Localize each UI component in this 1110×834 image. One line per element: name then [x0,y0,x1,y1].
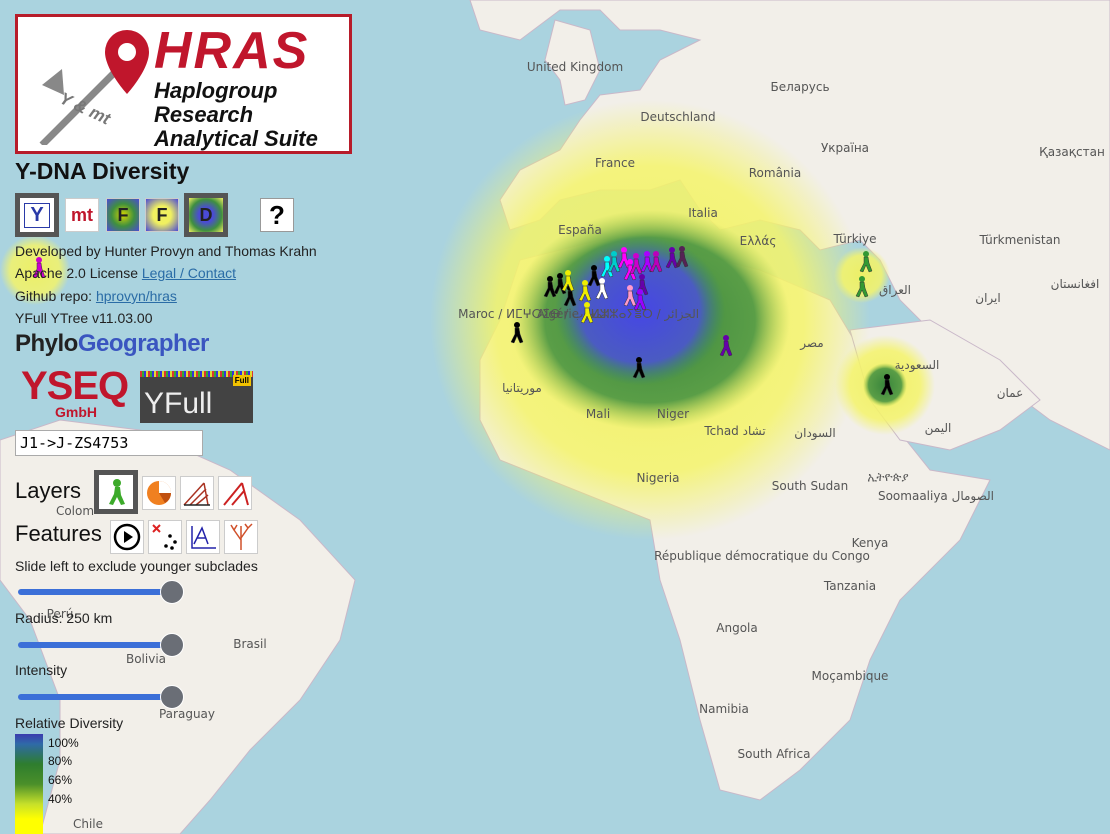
license-line: Apache 2.0 License Legal / Contact [15,265,237,281]
layer-pie-button[interactable] [142,476,176,510]
logo-pin-icon [39,30,149,145]
map-label: ኢትዮጵያ [867,470,908,484]
intensity-slider-label: Intensity [15,662,68,678]
layer-tree-button[interactable] [180,476,214,510]
map-label: Soomaaliya الصومال [878,489,994,504]
map-label: اليمن [925,421,952,436]
yfull-logo[interactable]: YFull Full [140,371,253,423]
page-title: Y-DNA Diversity [15,158,190,184]
y-dna-button[interactable]: Y [15,193,59,237]
radius-slider[interactable] [18,633,184,657]
map-label: Türkmenistan [978,233,1060,247]
map-label: Algérie / ⵍⵣⵣⴰⵢⴻⵔ / الجزائر [537,307,699,322]
layer-tree-alt-button[interactable] [218,476,252,510]
slider-thumb[interactable] [160,580,184,604]
map-label: Türkiye [833,232,877,246]
map-label: Italia [688,206,718,220]
map-label: République démocratique du Congo [654,549,870,563]
mtdna-button[interactable]: mt [65,198,99,232]
ytree-version: YFull YTree v11.03.00 [15,310,153,326]
map-label: Ελλάς [740,234,777,248]
yseq-logo[interactable]: YSEQ GmbH [15,364,137,422]
map-label: العراق [879,283,911,298]
map-label: South Africa [738,747,811,761]
map-label: السعودية [895,358,940,373]
github-line: Github repo: hprovyn/hras [15,288,177,304]
map-label: Tanzania [823,579,876,593]
credits-text: Developed by Hunter Provyn and Thomas Kr… [15,243,317,259]
legend-tick: 66% [48,773,73,787]
map-label: Moçambique [812,669,889,683]
legend-tick: 100% [48,736,79,750]
phylogeographer-logo[interactable]: PhyloGeographer [15,330,209,358]
map-label: South Sudan [772,479,849,493]
features-label: Features [15,521,102,546]
scatter-feature-button[interactable] [148,520,182,554]
map-label: Niger [657,407,689,421]
walker-icon [109,479,125,505]
diversity-button[interactable]: D [184,193,228,237]
play-icon [113,523,141,551]
subclade-slider[interactable] [18,580,184,604]
map-label: Nigeria [637,471,680,485]
scatter-icon [152,524,177,550]
map-label: România [749,166,801,180]
layers-label: Layers [15,478,82,503]
help-button[interactable]: ? [260,198,294,232]
legend-title: Relative Diversity [15,715,124,731]
map-label: مصر [799,336,823,351]
map-label: Tchad تشاد [703,424,765,438]
map-label: Namibia [699,702,749,716]
slider-thumb[interactable] [160,633,184,657]
map-label: موريتانيا [502,381,542,396]
github-link[interactable]: hprovyn/hras [96,288,177,304]
map-label: عمان [997,386,1024,400]
tree-branch-alt-icon [223,482,249,506]
map-label: Angola [716,621,757,635]
map-label: Mali [586,407,610,421]
map-label: Kenya [852,536,889,550]
chart-feature-button[interactable] [186,520,220,554]
subclade-slider-label: Slide left to exclude younger subclades [15,558,258,574]
intensity-slider[interactable] [18,685,184,709]
map-label: Україна [821,141,869,155]
logo-title: HRAS [154,22,310,80]
map-label: France [595,156,635,170]
map-label: United Kingdom [527,60,623,74]
map-label: Қазақстан [1039,145,1105,159]
legal-contact-link[interactable]: Legal / Contact [142,265,236,281]
map-label: Deutschland [640,110,715,124]
line-chart-icon [191,526,216,549]
slider-thumb[interactable] [160,685,184,709]
logo-subtitle: Haplogroup Research Analytical Suite [154,78,318,151]
hras-logo: HRAS Haplogroup Research Analytical Suit… [15,14,352,154]
coral-tree-icon [230,523,253,550]
haplogroup-search-input[interactable] [15,430,203,456]
map-label: افغانستان [1051,277,1100,291]
legend-tick: 40% [48,792,73,806]
control-panel: HRAS Haplogroup Research Analytical Suit… [0,0,360,834]
map-label: Беларусь [770,80,829,94]
frequency-alt-button[interactable]: F [145,198,179,232]
pie-icon [147,481,171,505]
play-animation-button[interactable] [110,520,144,554]
map-label: España [558,223,602,237]
layer-samples-button[interactable] [94,470,138,514]
diversity-legend-bar [15,734,43,834]
tree-feature-button[interactable] [224,520,258,554]
tree-branch-icon [183,482,210,506]
radius-slider-label: Radius: 250 km [15,610,113,626]
map-label: ایران [975,291,1000,306]
frequency-button[interactable]: F [106,198,140,232]
legend-tick: 80% [48,754,73,768]
map-label: السودان [794,426,835,441]
